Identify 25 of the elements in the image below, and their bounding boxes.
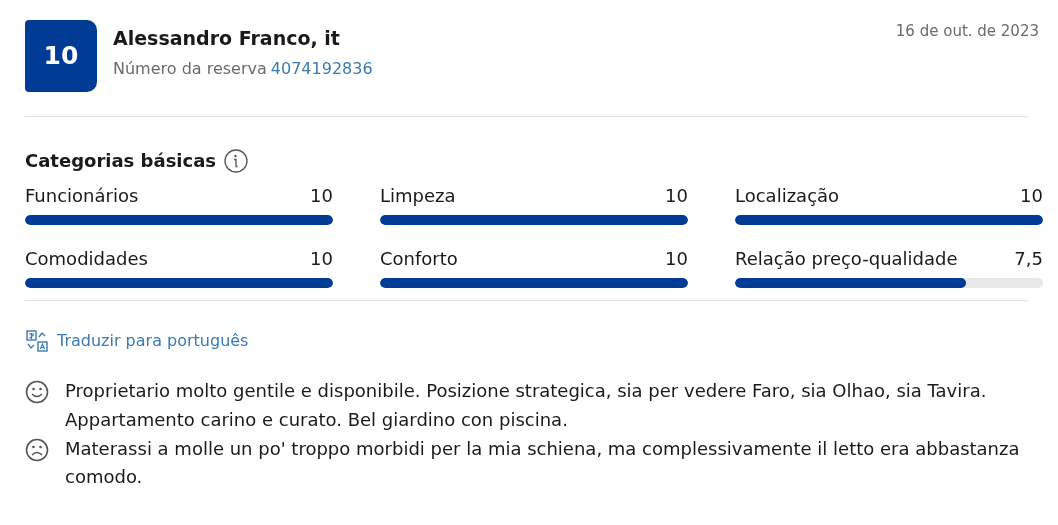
category-score: 10	[310, 247, 333, 271]
booking-label: Número da reserva	[113, 57, 267, 80]
category-label: Conforto	[380, 247, 458, 271]
category-label: Relação preço-qualidade	[735, 247, 958, 271]
category-label: Comodidades	[25, 247, 148, 271]
category-score: 10	[1020, 184, 1043, 208]
category-score: 10	[665, 184, 688, 208]
reviewer-name: Alessandro Franco, it	[113, 26, 341, 51]
comment-text: Materassi a molle un po' troppo morbidi per la mia schiena, ma complessivamente il letto era abbastanza comodo.	[65, 436, 1021, 490]
translate-icon[interactable]	[25, 329, 49, 353]
comment-text: Proprietario molto gentile e disponibile. Posizione strategica, sia per vedere Faro, sia Olhao, sia Tavira. Appartamento carino e curato. Bel giardino con piscina.	[65, 379, 988, 432]
review-date: 16 de out. de 2023	[895, 21, 1040, 42]
category-score: 10	[310, 184, 333, 208]
sad-face-icon	[25, 437, 49, 462]
score-badge: 10	[25, 20, 97, 92]
category-label: Funcionários	[25, 184, 139, 208]
smiley-icon	[25, 380, 49, 404]
category-score: 7,5	[1014, 247, 1043, 271]
category-label: Localização	[735, 184, 840, 208]
info-icon[interactable]	[224, 148, 249, 173]
category-label: Limpeza	[380, 184, 456, 208]
translate-link[interactable]: Traduzir para português	[57, 329, 249, 353]
section-title: Categorias básicas	[25, 149, 217, 173]
category-score: 10	[665, 247, 688, 271]
booking-number-link[interactable]: 4074192836	[270, 56, 373, 81]
